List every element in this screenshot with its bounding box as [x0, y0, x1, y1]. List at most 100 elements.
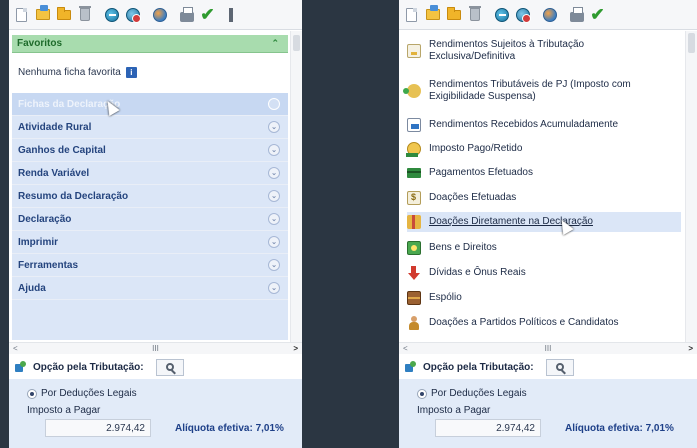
delete-button[interactable]	[75, 5, 94, 25]
menu-label: Renda Variável	[18, 167, 90, 179]
option-bar: Opção pela Tributação:	[399, 355, 697, 379]
ficha-rendimentos-pj-suspensa[interactable]: Rendimentos Tributáveis de PJ (Imposto c…	[403, 79, 681, 103]
menu-ferramentas[interactable]: Ferramentas ⌄	[12, 254, 288, 277]
globe-icon	[494, 7, 509, 22]
folder-button[interactable]	[54, 5, 73, 25]
imposto-label: Imposto a Pagar	[417, 405, 491, 416]
compare-search-button[interactable]	[545, 358, 574, 376]
horizontal-scrollbar[interactable]: < III >	[399, 342, 697, 354]
deducoes-legais-option[interactable]: Por Deduções Legais	[417, 388, 527, 399]
navigation-area: Favoritos ⌃ Nenhuma ficha favorita i Fic…	[9, 31, 302, 342]
fichas-area: Rendimentos Sujeitos à Tributação Exclus…	[399, 31, 697, 342]
print-button[interactable]	[567, 5, 586, 25]
debt-arrow-icon	[407, 266, 421, 280]
scroll-grip[interactable]: III	[545, 344, 552, 353]
vertical-scrollbar[interactable]	[290, 31, 302, 342]
coin-icon	[406, 142, 421, 157]
expand-icon[interactable]: ⌄	[268, 282, 280, 294]
aliquota-efetiva: Alíquota efetiva: 7,01%	[565, 423, 674, 434]
ficha-label: Rendimentos Recebidos Acumuladamente	[429, 119, 618, 130]
deducoes-legais-option[interactable]: Por Deduções Legais	[27, 388, 137, 399]
vertical-scrollbar[interactable]	[685, 31, 697, 342]
horizontal-scrollbar[interactable]: < III >	[9, 342, 302, 354]
open-declaration-button[interactable]	[33, 5, 52, 25]
option-label: Opção pela Tributação:	[423, 361, 534, 373]
open-declaration-button[interactable]	[423, 5, 442, 25]
verify-button[interactable]	[102, 5, 121, 25]
ficha-bens-direitos[interactable]: Bens e Direitos	[407, 241, 681, 255]
ficha-rendimentos-acumuladamente[interactable]: Rendimentos Recebidos Acumuladamente	[407, 118, 681, 132]
menu-imprimir[interactable]: Imprimir ⌄	[12, 231, 288, 254]
ficha-imposto-pago[interactable]: Imposto Pago/Retido	[406, 142, 681, 157]
menu-ganhos-capital[interactable]: Ganhos de Capital ⌄	[12, 139, 288, 162]
verify-button[interactable]	[492, 5, 511, 25]
info-icon[interactable]: i	[125, 67, 137, 78]
ficha-doacoes-efetuadas[interactable]: Doações Efetuadas	[407, 191, 681, 205]
scroll-right-icon[interactable]: >	[293, 344, 298, 353]
open-folder-icon	[425, 5, 440, 20]
expand-icon[interactable]: ⌄	[268, 213, 280, 225]
menu-label: Ajuda	[18, 282, 46, 294]
menu-resumo-declaracao[interactable]: Resumo da Declaração ⌄	[12, 185, 288, 208]
ficha-dividas-onus[interactable]: Dívidas e Ônus Reais	[407, 266, 681, 280]
checkmark-icon: ✔	[200, 5, 215, 24]
scroll-thumb[interactable]	[688, 33, 695, 53]
folder-button[interactable]	[444, 5, 463, 25]
ficha-doacoes-partidos[interactable]: Doações a Partidos Políticos e Candidato…	[407, 316, 681, 330]
menu-fichas-declaracao[interactable]: Fichas da Declaração ⌄	[12, 93, 288, 116]
menu-atividade-rural[interactable]: Atividade Rural ⌄	[12, 116, 288, 139]
favorites-header[interactable]: Favoritos ⌃	[12, 35, 288, 53]
ficha-label: Imposto Pago/Retido	[429, 143, 523, 154]
internet-button[interactable]	[540, 5, 559, 25]
ficha-espolio[interactable]: Espólio	[407, 291, 681, 305]
check-button[interactable]: ✔	[198, 5, 217, 25]
ficha-label: Bens e Direitos	[429, 242, 497, 253]
expand-icon[interactable]: ⌄	[268, 167, 280, 179]
scroll-right-icon[interactable]: >	[688, 344, 693, 353]
dollar-icon	[407, 191, 421, 205]
toolbar-more[interactable]	[219, 5, 238, 25]
radio-selected-icon[interactable]	[417, 388, 427, 399]
imposto-label: Imposto a Pagar	[27, 405, 101, 416]
search-icon	[165, 363, 174, 371]
ficha-rendimentos-exclusiva[interactable]: Rendimentos Sujeitos à Tributação Exclus…	[407, 39, 681, 63]
expand-icon[interactable]: ⌄	[268, 236, 280, 248]
scroll-left-icon[interactable]: <	[13, 344, 18, 353]
chest-icon	[407, 291, 421, 305]
send-button[interactable]	[513, 5, 532, 25]
money-icon	[403, 84, 421, 98]
delete-button[interactable]	[465, 5, 484, 25]
taxation-option-icon	[15, 361, 27, 373]
expand-icon[interactable]: ⌄	[268, 121, 280, 133]
menu-renda-variavel[interactable]: Renda Variável ⌄	[12, 162, 288, 185]
ficha-pagamentos-efetuados[interactable]: Pagamentos Efetuados	[407, 167, 681, 179]
check-button[interactable]: ✔	[588, 5, 607, 25]
ficha-label: Rendimentos Sujeitos à Tributação Exclus…	[429, 39, 585, 62]
ficha-doacoes-diretamente[interactable]: Doações Diretamente na Declaração	[407, 212, 681, 232]
new-declaration-button[interactable]	[12, 5, 31, 25]
print-button[interactable]	[177, 5, 196, 25]
expand-icon[interactable]: ⌄	[268, 98, 280, 110]
expand-icon[interactable]: ⌄	[268, 144, 280, 156]
internet-button[interactable]	[150, 5, 169, 25]
globe-icon	[104, 7, 119, 22]
favorites-title: Favoritos	[17, 38, 63, 49]
scroll-left-icon[interactable]: <	[403, 344, 408, 353]
receipt-icon	[407, 44, 421, 58]
send-globe-icon	[125, 7, 141, 23]
scroll-grip[interactable]: III	[152, 344, 159, 353]
toolbar-edge-icon	[229, 7, 233, 22]
collapse-icon[interactable]: ⌃	[271, 38, 279, 49]
new-declaration-button[interactable]	[402, 5, 421, 25]
menu-declaracao[interactable]: Declaração ⌄	[12, 208, 288, 231]
expand-icon[interactable]: ⌄	[268, 259, 280, 271]
gift-icon	[407, 215, 421, 229]
radio-selected-icon[interactable]	[27, 388, 37, 399]
person-icon	[407, 316, 421, 330]
compare-search-button[interactable]	[155, 358, 184, 376]
scroll-thumb[interactable]	[293, 35, 300, 51]
menu-ajuda[interactable]: Ajuda ⌄	[12, 277, 288, 300]
expand-icon[interactable]: ⌄	[268, 190, 280, 202]
menu-label: Declaração	[18, 213, 72, 225]
send-button[interactable]	[123, 5, 142, 25]
